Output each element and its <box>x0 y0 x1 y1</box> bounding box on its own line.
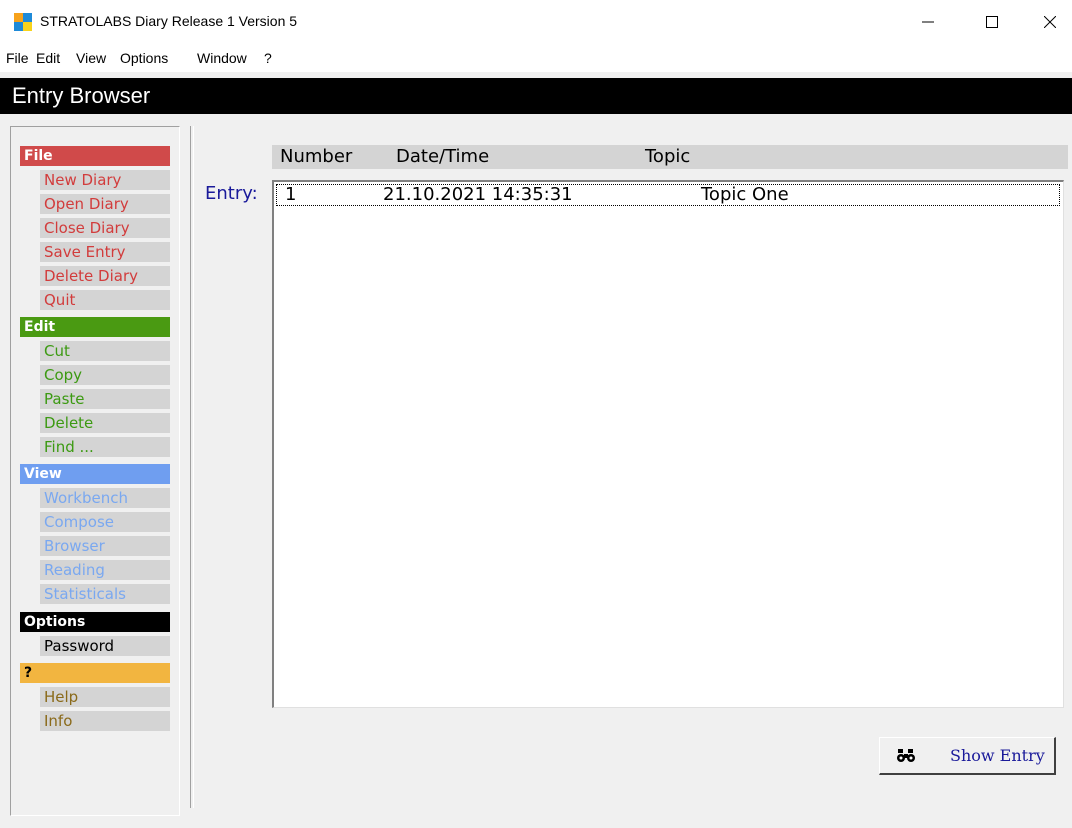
nav-section-help: ? <box>20 663 170 683</box>
table-row[interactable]: 1 21.10.2021 14:35:31 Topic One <box>276 184 1060 206</box>
nav-item-delete[interactable]: Delete <box>40 413 170 433</box>
nav-item-save-entry[interactable]: Save Entry <box>40 242 170 262</box>
nav-item-quit[interactable]: Quit <box>40 290 170 310</box>
menu-view[interactable]: View <box>76 50 106 66</box>
entry-list[interactable]: 1 21.10.2021 14:35:31 Topic One <box>272 180 1064 708</box>
nav-item-close-diary[interactable]: Close Diary <box>40 218 170 238</box>
binoculars-icon <box>897 749 915 762</box>
page-title: Entry Browser <box>12 83 151 108</box>
window-title: STRATOLABS Diary Release 1 Version 5 <box>40 13 298 29</box>
nav-item-workbench[interactable]: Workbench <box>40 488 170 508</box>
entry-label: Entry: <box>205 183 258 204</box>
nav-item-open-diary[interactable]: Open Diary <box>40 194 170 214</box>
close-button[interactable] <box>1028 0 1072 44</box>
nav-item-find[interactable]: Find ... <box>40 437 170 457</box>
title-bar: STRATOLABS Diary Release 1 Version 5 <box>0 0 1072 44</box>
nav-item-compose[interactable]: Compose <box>40 512 170 532</box>
nav-section-view: View <box>20 464 170 484</box>
nav-item-paste[interactable]: Paste <box>40 389 170 409</box>
column-number[interactable]: Number <box>280 145 352 169</box>
nav-item-password[interactable]: Password <box>40 636 170 656</box>
maximize-button[interactable] <box>970 0 1014 44</box>
menu-help[interactable]: ? <box>264 50 272 66</box>
cell-number: 1 <box>285 184 297 205</box>
nav-item-reading[interactable]: Reading <box>40 560 170 580</box>
cell-datetime: 21.10.2021 14:35:31 <box>383 184 573 205</box>
nav-item-delete-diary[interactable]: Delete Diary <box>40 266 170 286</box>
close-icon <box>1044 16 1056 28</box>
nav-item-help[interactable]: Help <box>40 687 170 707</box>
show-entry-button[interactable]: Show Entry <box>879 737 1056 775</box>
nav-item-cut[interactable]: Cut <box>40 341 170 361</box>
maximize-icon <box>986 16 998 28</box>
header-band: Entry Browser <box>0 78 1072 114</box>
nav-item-statisticals[interactable]: Statisticals <box>40 584 170 604</box>
column-topic[interactable]: Topic <box>645 145 690 169</box>
column-datetime[interactable]: Date/Time <box>396 145 489 169</box>
nav-item-browser[interactable]: Browser <box>40 536 170 556</box>
menu-window[interactable]: Window <box>197 50 247 66</box>
app-logo-icon <box>14 13 32 31</box>
menu-file[interactable]: File <box>6 50 29 66</box>
nav-item-info[interactable]: Info <box>40 711 170 731</box>
show-entry-label: Show Entry <box>950 746 1045 765</box>
menu-edit[interactable]: Edit <box>36 50 60 66</box>
menu-bar: File Edit View Options Window ? <box>0 44 1072 72</box>
nav-item-new-diary[interactable]: New Diary <box>40 170 170 190</box>
panel-divider <box>190 126 194 808</box>
menu-options[interactable]: Options <box>120 50 168 66</box>
nav-section-edit: Edit <box>20 317 170 337</box>
cell-topic: Topic One <box>701 184 789 205</box>
nav-section-options: Options <box>20 612 170 632</box>
nav-item-copy[interactable]: Copy <box>40 365 170 385</box>
nav-section-file: File <box>20 146 170 166</box>
minimize-button[interactable] <box>906 0 950 44</box>
minimize-icon <box>922 21 934 23</box>
